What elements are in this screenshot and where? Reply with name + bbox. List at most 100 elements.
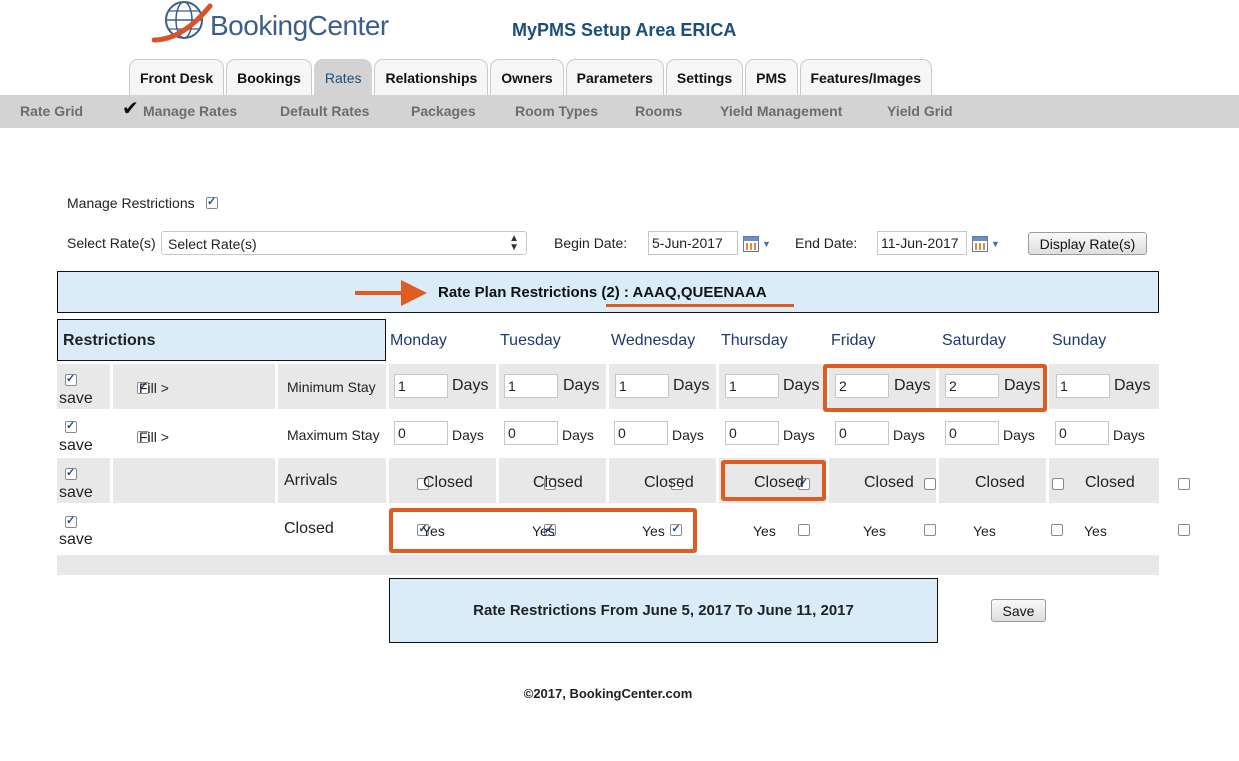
calendar-icon: [743, 236, 759, 252]
manage-restrictions-label: Manage Restrictions: [67, 195, 195, 211]
save-label: save: [59, 390, 93, 407]
max-stay-friday-input[interactable]: 0: [835, 421, 889, 445]
display-rates-button[interactable]: Display Rate(s): [1028, 232, 1147, 255]
begin-date-input[interactable]: 5-Jun-2017: [648, 231, 738, 255]
highlight-closed-mon-wed: [389, 508, 697, 553]
updown-arrow-icon: ▲ ▼: [509, 233, 519, 253]
tab-settings[interactable]: Settings: [665, 59, 744, 95]
days-unit: Days: [562, 427, 594, 443]
closed-yes-sunday-checkbox[interactable]: [1178, 523, 1191, 536]
main-tabs: Front Desk Bookings Rates Relationships …: [129, 59, 932, 95]
dropdown-arrow-icon: ▼: [991, 239, 1000, 249]
select-rates-dropdown[interactable]: Select Rate(s) ▲ ▼: [161, 231, 527, 255]
max-stay-sunday-input[interactable]: 0: [1055, 421, 1109, 445]
days-unit: Days: [452, 427, 484, 443]
closed-label: Closed: [284, 520, 334, 537]
manage-restrictions-checkbox[interactable]: [206, 195, 218, 209]
highlight-min-stay-weekend: [823, 364, 1047, 412]
arrivals-closed-sunday-checkbox[interactable]: [1178, 477, 1191, 490]
min-stay-thursday-input[interactable]: 1: [725, 374, 779, 398]
yes-option-label: Yes: [1084, 523, 1107, 539]
max-stay-thursday-input[interactable]: 0: [725, 421, 779, 445]
tab-parameters[interactable]: Parameters: [565, 59, 664, 95]
highlight-arrivals-thursday: [721, 460, 826, 501]
subnav-default-rates[interactable]: Default Rates: [280, 95, 369, 128]
day-tuesday: Tuesday: [500, 332, 561, 349]
rate-plan-banner: Rate Plan Restrictions (2) : AAAQ,QUEENA…: [57, 271, 1159, 313]
tab-pms[interactable]: PMS: [745, 59, 798, 95]
tab-owners[interactable]: Owners: [490, 59, 564, 95]
restrictions-header: Restrictions: [57, 319, 386, 361]
arrivals-closed-friday-checkbox[interactable]: [924, 477, 937, 490]
table-footer-bar: [57, 555, 1159, 575]
closed-option-label: Closed: [864, 474, 914, 491]
subnav-rate-grid[interactable]: Rate Grid: [20, 95, 83, 128]
table-row-arrivals: save Arrivals Closed Closed Closed Close…: [57, 458, 1191, 503]
day-saturday: Saturday: [942, 332, 1007, 349]
closed-yes-thursday-checkbox[interactable]: [797, 523, 810, 536]
select-rates-value: Select Rate(s): [168, 236, 257, 252]
save-checkbox[interactable]: [65, 466, 77, 480]
minimum-stay-label: Minimum Stay: [287, 379, 376, 395]
max-stay-monday-input[interactable]: 0: [394, 421, 448, 445]
save-button[interactable]: Save: [991, 599, 1046, 622]
days-unit: Days: [783, 377, 820, 394]
day-wednesday: Wednesday: [611, 332, 696, 349]
days-unit: Days: [783, 427, 815, 443]
min-stay-wednesday-input[interactable]: 1: [615, 374, 669, 398]
save-checkbox[interactable]: [65, 514, 77, 528]
save-checkbox[interactable]: [65, 372, 77, 386]
save-checkbox[interactable]: [65, 419, 77, 433]
fill-label: Fill >: [139, 380, 169, 396]
max-stay-wednesday-input[interactable]: 0: [614, 421, 668, 445]
closed-option-label: Closed: [533, 474, 583, 491]
yes-option-label: Yes: [863, 523, 886, 539]
min-stay-sunday-input[interactable]: 1: [1056, 374, 1110, 398]
days-unit: Days: [672, 427, 704, 443]
arrivals-closed-saturday-checkbox[interactable]: [1051, 477, 1064, 490]
tab-rates[interactable]: Rates: [313, 59, 373, 95]
table-row-maximum-stay: save Fill > Maximum Stay 0 Days 0 Days 0…: [57, 412, 1159, 456]
end-date-calendar-button[interactable]: ▼: [972, 233, 1006, 255]
tab-front-desk[interactable]: Front Desk: [129, 59, 225, 95]
days-unit: Days: [1114, 377, 1151, 394]
dropdown-arrow-icon: ▼: [762, 239, 771, 249]
min-stay-tuesday-input[interactable]: 1: [504, 374, 558, 398]
tab-relationships[interactable]: Relationships: [374, 59, 489, 95]
save-label: save: [59, 531, 93, 548]
select-rates-label: Select Rate(s): [67, 235, 156, 251]
page-title: MyPMS Setup Area ERICA: [512, 20, 737, 40]
annotation-underline: [606, 304, 794, 307]
day-monday: Monday: [390, 332, 447, 349]
fill-label: Fill >: [139, 429, 169, 445]
closed-yes-friday-checkbox[interactable]: [924, 523, 937, 536]
annotation-arrow-icon: [355, 291, 405, 295]
save-label: save: [59, 437, 93, 454]
begin-date-calendar-button[interactable]: ▼: [743, 233, 777, 255]
annotation-arrowhead-icon: [401, 280, 427, 306]
subnav-yield-grid[interactable]: Yield Grid: [887, 95, 953, 128]
min-stay-monday-input[interactable]: 1: [394, 374, 448, 398]
closed-yes-saturday-checkbox[interactable]: [1050, 523, 1063, 536]
subnav-packages[interactable]: Packages: [411, 95, 476, 128]
subnav-rooms[interactable]: Rooms: [635, 95, 682, 128]
tab-features-images[interactable]: Features/Images: [799, 59, 932, 95]
active-checkmark-icon: ✔: [122, 98, 139, 120]
rate-plan-text: Rate Plan Restrictions (2) : AAAQ,QUEENA…: [438, 284, 767, 301]
subnav-yield-management[interactable]: Yield Management: [720, 95, 842, 128]
max-stay-tuesday-input[interactable]: 0: [504, 421, 558, 445]
closed-option-label: Closed: [423, 474, 473, 491]
end-date-input[interactable]: 11-Jun-2017: [877, 231, 967, 255]
max-stay-saturday-input[interactable]: 0: [945, 421, 999, 445]
sub-navigation: Rate Grid Manage Rates Default Rates Pac…: [0, 95, 1239, 128]
subnav-room-types[interactable]: Room Types: [515, 95, 598, 128]
copyright: ©2017, BookingCenter.com: [523, 686, 693, 701]
end-date-label: End Date:: [795, 235, 858, 251]
days-unit: Days: [893, 427, 925, 443]
calendar-icon: [972, 236, 988, 252]
maximum-stay-label: Maximum Stay: [287, 427, 380, 443]
subnav-manage-rates[interactable]: Manage Rates: [143, 95, 237, 128]
tab-bookings[interactable]: Bookings: [226, 59, 312, 95]
days-unit: Days: [673, 377, 710, 394]
closed-option-label: Closed: [644, 474, 694, 491]
